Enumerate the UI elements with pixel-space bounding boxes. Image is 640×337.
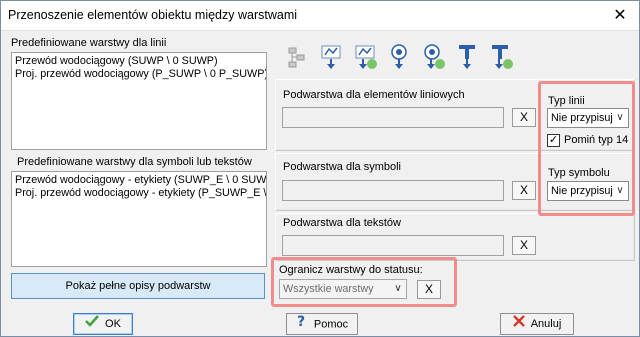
list-item[interactable]: Przewód wodociągowy - etykiety (SUWP_E \… xyxy=(15,174,266,187)
line-sublayer-label: Podwarstwa dla elementów liniowych xyxy=(283,89,465,101)
list-item[interactable]: Proj. przewód wodociągowy (P_SUWP \ 0 P_… xyxy=(15,68,266,81)
question-icon: ? xyxy=(296,314,308,335)
symbol-type-select[interactable]: Nie przypisuj ∨ xyxy=(547,181,629,201)
text-sublayer-field[interactable] xyxy=(282,235,504,256)
symbol-type-value: Nie przypisuj xyxy=(551,185,613,197)
list-item[interactable]: Proj. przewód wodociągowy - etykiety (P_… xyxy=(15,187,266,200)
chevron-down-icon: ∨ xyxy=(616,185,624,196)
svg-text:?: ? xyxy=(297,314,305,328)
move-line-icon[interactable] xyxy=(319,43,345,71)
status-select[interactable]: Wszystkie warstwy ∨ xyxy=(279,279,407,299)
line-sublayer-field[interactable] xyxy=(282,107,504,128)
lines-list-label: Predefiniowane warstwy dla linii xyxy=(11,37,167,49)
clear-status-button[interactable]: X xyxy=(417,280,441,299)
cancel-button[interactable]: Anuluj xyxy=(500,313,574,335)
symbol-sublayer-field[interactable] xyxy=(282,180,504,201)
check-icon xyxy=(85,314,99,334)
chevron-down-icon: ∨ xyxy=(616,112,624,123)
window-title: Przenoszenie elementów obiektu między wa… xyxy=(8,8,298,22)
text-sublayer-label: Podwarstwa dla tekstów xyxy=(283,217,401,229)
move-text-icon[interactable] xyxy=(455,43,481,71)
ok-button[interactable]: OK xyxy=(73,313,133,335)
chevron-down-icon: ∨ xyxy=(394,283,402,294)
symbols-list-label: Predefiniowane warstwy dla symboli lub t… xyxy=(17,156,252,168)
show-full-descriptions-button[interactable]: Pokaż pełne opisy podwarstw xyxy=(11,273,265,299)
move-symbol-check-icon[interactable] xyxy=(421,43,447,71)
clear-symbol-sublayer-button[interactable]: X xyxy=(512,181,536,200)
clear-line-sublayer-button[interactable]: X xyxy=(512,108,536,127)
status-value: Wszystkie warstwy xyxy=(283,283,374,295)
symbols-layer-list[interactable]: Przewód wodociągowy - etykiety (SUWP_E \… xyxy=(11,171,267,267)
help-button[interactable]: ? Pomoc xyxy=(286,313,358,335)
ok-label: OK xyxy=(105,318,121,331)
move-symbol-icon[interactable] xyxy=(387,43,413,71)
layers-tree-icon[interactable] xyxy=(285,43,311,71)
line-type-select[interactable]: Nie przypisuj ∨ xyxy=(547,108,629,128)
move-text-check-icon[interactable] xyxy=(489,43,515,71)
dialog-window: Przenoszenie elementów obiektu między wa… xyxy=(0,0,640,337)
close-icon[interactable]: ✕ xyxy=(609,5,631,27)
symbol-type-label: Typ symbolu xyxy=(548,167,610,179)
list-item[interactable]: Przewód wodociągowy (SUWP \ 0 SUWP) xyxy=(15,55,263,68)
help-label: Pomoc xyxy=(313,318,349,331)
skip-type-label: Pomiń typ 14 xyxy=(564,134,629,146)
line-type-value: Nie przypisuj xyxy=(551,112,613,124)
status-label: Ogranicz warstwy do statusu: xyxy=(279,264,423,276)
clear-text-sublayer-button[interactable]: X xyxy=(512,236,536,255)
symbol-sublayer-label: Podwarstwa dla symboli xyxy=(283,161,401,173)
skip-type-checkbox[interactable]: ✓ xyxy=(547,134,560,147)
cross-icon xyxy=(512,314,525,334)
line-type-label: Typ linii xyxy=(548,95,585,107)
lines-layer-list[interactable]: Przewód wodociągowy (SUWP \ 0 SUWP) Proj… xyxy=(11,52,267,150)
cancel-label: Anuluj xyxy=(530,318,562,331)
move-line-check-icon[interactable] xyxy=(353,43,379,71)
title-bar: Przenoszenie elementów obiektu między wa… xyxy=(1,1,639,31)
